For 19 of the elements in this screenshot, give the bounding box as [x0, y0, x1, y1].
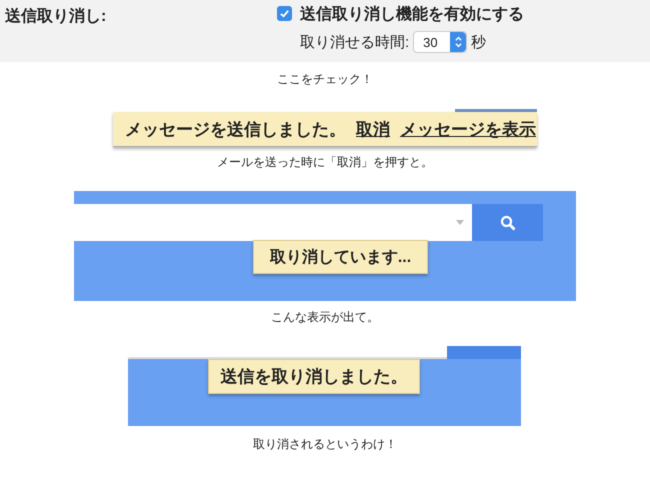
- caption: 取り消されるというわけ！: [252, 436, 398, 453]
- seconds-unit: 秒: [471, 32, 486, 52]
- stepper-icon: [454, 35, 463, 49]
- checkbox[interactable]: [277, 6, 292, 21]
- undoing-toast: 取り消しています...: [253, 240, 428, 274]
- sent-toast: メッセージを送信しました。 取消 メッセージを表示: [113, 112, 537, 147]
- time-label: 取り消せる時間:: [300, 32, 410, 52]
- caret-icon: [456, 220, 464, 225]
- seconds-select[interactable]: 30: [413, 31, 468, 53]
- check-icon: [279, 8, 290, 19]
- search-icon: [500, 214, 516, 230]
- caption: こんな表示が出て。: [270, 309, 380, 326]
- setting-label: 送信取り消し:: [5, 6, 108, 27]
- undone-toast: 送信を取り消しました。: [208, 359, 420, 394]
- checkbox-label: 送信取り消し機能を有効にする: [300, 4, 524, 25]
- toast-link[interactable]: 取消: [356, 118, 390, 140]
- caption: ここをチェック！: [276, 71, 374, 88]
- caption: メールを送った時に「取消」を押すと。: [216, 154, 434, 171]
- toast-link[interactable]: メッセージを表示: [400, 118, 536, 140]
